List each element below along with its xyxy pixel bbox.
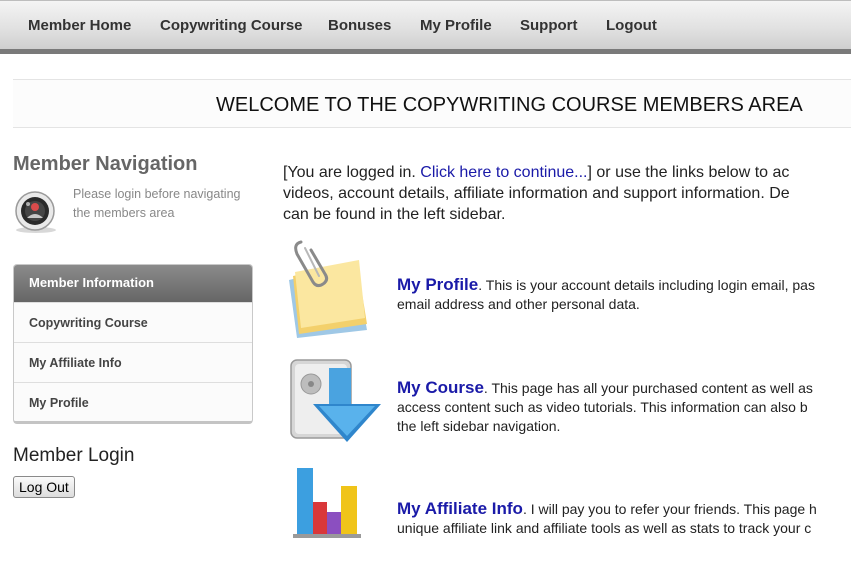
menu-header: Member Information: [14, 265, 252, 302]
intro-text: ] or use the links below to ac: [587, 164, 790, 181]
sidebar-item-my-profile[interactable]: My Profile: [14, 382, 252, 421]
sidebar-item-my-affiliate-info[interactable]: My Affiliate Info: [14, 342, 252, 382]
nav-my-profile[interactable]: My Profile: [420, 17, 492, 34]
member-info-menu: Member Information Copywriting Course My…: [13, 264, 253, 424]
nav-support[interactable]: Support: [520, 17, 578, 34]
feature-description: unique affiliate link and affiliate tool…: [397, 520, 812, 536]
nav-logout[interactable]: Logout: [606, 17, 657, 34]
user-avatar-icon: [15, 191, 56, 233]
feature-description: the left sidebar navigation.: [397, 418, 561, 434]
feature-description: . This is your account details including…: [478, 277, 815, 293]
download-drive-icon: [290, 359, 381, 442]
intro-paragraph: [You are logged in. Click here to contin…: [283, 162, 851, 232]
login-notice: Please login before navigating the membe…: [73, 187, 241, 220]
sidebar-item-copywriting-course[interactable]: Copywriting Course: [14, 302, 252, 342]
intro-text: videos, account details, affiliate infor…: [283, 185, 790, 202]
my-profile-link[interactable]: My Profile: [397, 275, 478, 294]
my-course-link[interactable]: My Course: [397, 378, 484, 397]
page-title: WELCOME TO THE COPYWRITING COURSE MEMBER…: [216, 94, 803, 116]
feature-my-course: My Course. This page has all your purcha…: [397, 378, 851, 436]
top-nav-bar: Member Home Copywriting Course Bonuses M…: [0, 0, 851, 54]
nav-copywriting-course[interactable]: Copywriting Course: [160, 17, 303, 34]
bar-chart-icon: [293, 468, 361, 538]
feature-description: . I will pay you to refer your friends. …: [522, 501, 817, 517]
feature-description: access content such as video tutorials. …: [397, 399, 808, 415]
intro-text: [You are logged in.: [283, 164, 421, 181]
my-affiliate-info-link[interactable]: My Affiliate Info: [397, 499, 523, 518]
intro-text: can be found in the left sidebar.: [283, 206, 506, 223]
nav-member-home[interactable]: Member Home: [28, 17, 131, 34]
nav-bonuses[interactable]: Bonuses: [328, 17, 391, 34]
logout-button[interactable]: Log Out: [13, 476, 75, 498]
member-login-title: Member Login: [13, 445, 135, 466]
feature-description: . This page has all your purchased conte…: [483, 380, 813, 396]
feature-my-profile: My Profile. This is your account details…: [397, 275, 851, 314]
continue-link[interactable]: Click here to continue...: [420, 164, 587, 181]
welcome-banner: WELCOME TO THE COPYWRITING COURSE MEMBER…: [13, 79, 851, 128]
feature-description: email address and other personal data.: [397, 296, 640, 312]
feature-my-affiliate-info: My Affiliate Info. I will pay you to ref…: [397, 499, 851, 538]
sidebar-title: Member Navigation: [13, 153, 198, 175]
notes-paperclip-icon: [289, 240, 367, 338]
